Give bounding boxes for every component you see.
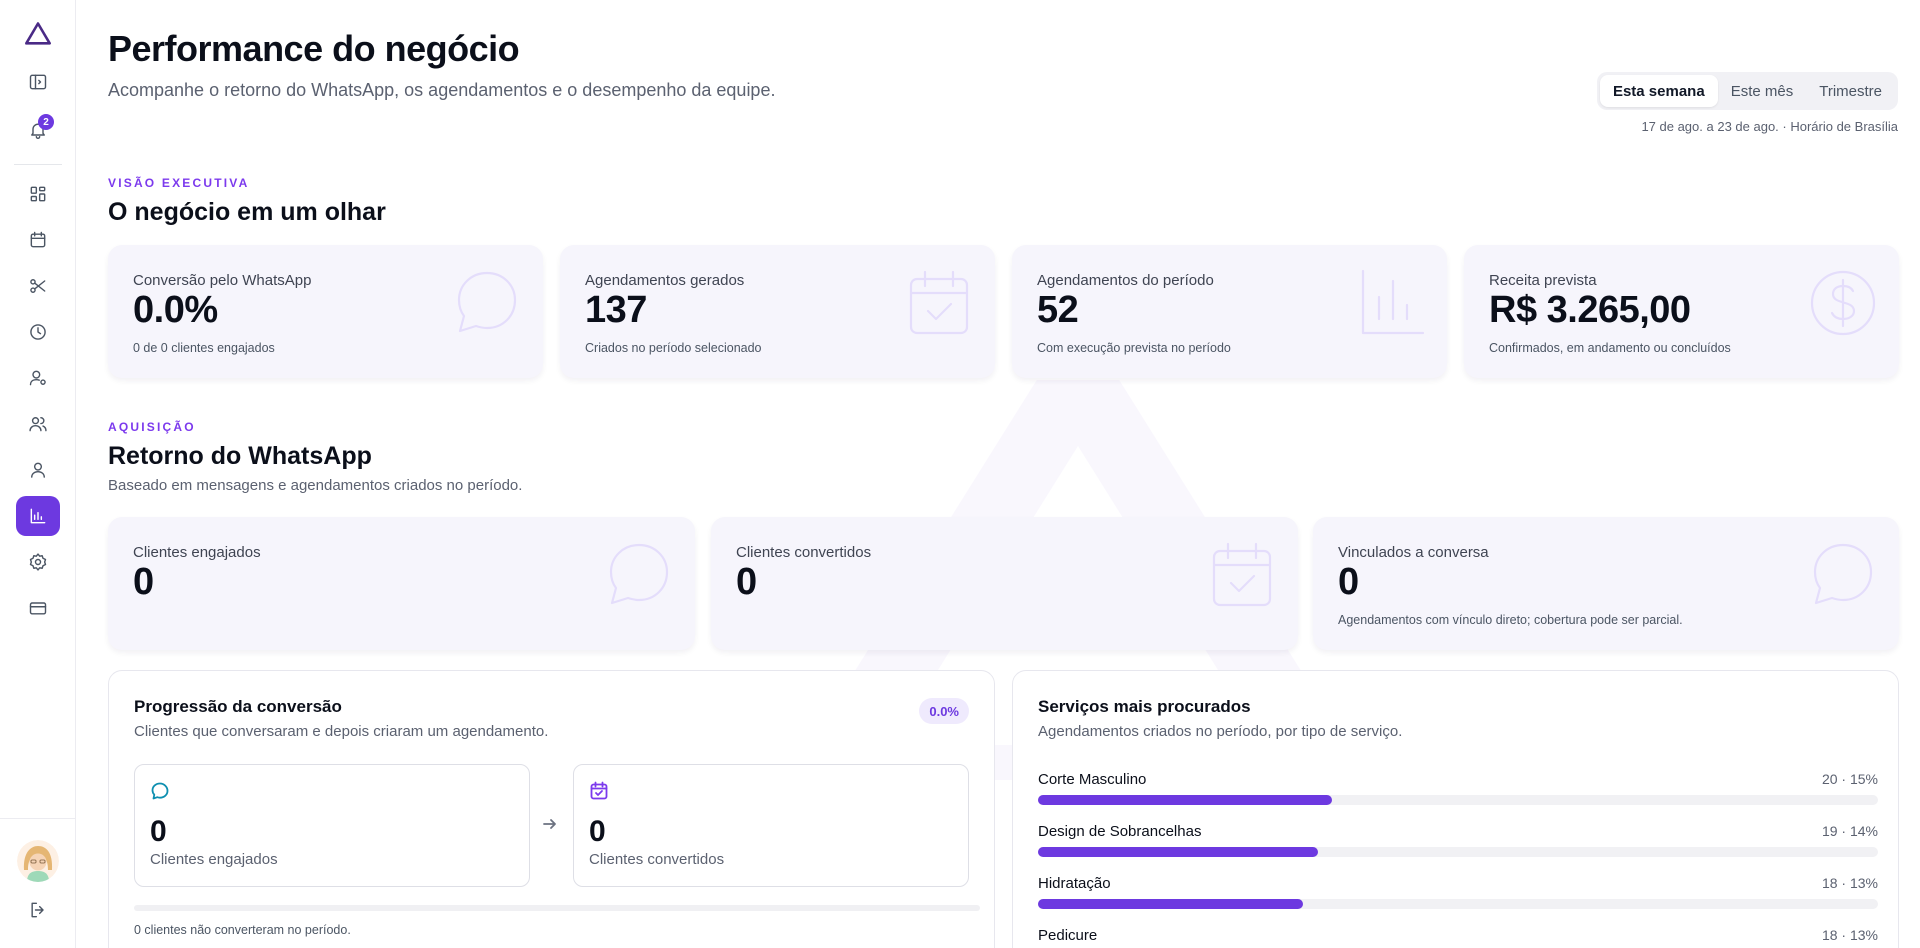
calendar-check-icon	[1206, 539, 1278, 611]
kpi-card-converted-clients: Clientes convertidos 0	[711, 517, 1298, 650]
gear-icon[interactable]	[16, 542, 60, 582]
kpi-value: R$ 3.265,00	[1489, 289, 1691, 331]
converted-clients-card: 0 Clientes convertidos	[573, 764, 969, 887]
conversion-progress-panel: Progressão da conversão Clientes que con…	[108, 670, 995, 948]
mini-value: 0	[589, 815, 606, 848]
kpi-card-bookings-generated: Agendamentos gerados 137 Criados no perí…	[560, 245, 995, 378]
page-subtitle: Acompanhe o retorno do WhatsApp, os agen…	[108, 80, 776, 100]
panel-title: Progressão da conversão	[134, 697, 342, 716]
chat-bubble-icon	[1807, 539, 1879, 611]
service-name: Design de Sobrancelhas	[1038, 823, 1202, 840]
calendar-check-icon	[589, 781, 609, 801]
service-count: 19 · 14%	[1821, 823, 1878, 839]
kpi-card-linked-conversations: Vinculados a conversa 0 Agendamentos com…	[1313, 517, 1899, 650]
kpi-value: 0.0%	[133, 289, 218, 331]
kpi-label: Agendamentos gerados	[585, 272, 745, 289]
dollar-circle-icon	[1807, 267, 1879, 339]
chat-bubble-icon	[603, 539, 675, 611]
calendar-icon[interactable]	[16, 220, 60, 260]
mini-label: Clientes engajados	[150, 851, 278, 868]
mini-value: 0	[150, 815, 167, 848]
kpi-value: 0	[736, 561, 757, 603]
service-name: Hidratação	[1038, 875, 1111, 892]
conversion-rate-badge: 0.0%	[919, 698, 969, 724]
kpi-value: 137	[585, 289, 647, 331]
kpi-card-engaged-clients: Clientes engajados 0	[108, 517, 695, 650]
acquisition-description: Baseado em mensagens e agendamentos cria…	[108, 477, 523, 494]
notification-badge: 2	[38, 114, 54, 130]
chat-bubble-icon	[150, 781, 170, 801]
credit-card-icon[interactable]	[16, 588, 60, 628]
kpi-note: Confirmados, em andamento ou concluídos	[1489, 341, 1731, 355]
acquisition-eyebrow: AQUISIÇÃO	[108, 420, 196, 434]
period-option-quarter[interactable]: Trimestre	[1806, 75, 1895, 107]
grid-icon[interactable]	[16, 174, 60, 214]
chat-bubble-icon	[451, 267, 523, 339]
service-bar	[1038, 847, 1878, 857]
acquisition-title: Retorno do WhatsApp	[108, 442, 372, 470]
page-title: Performance do negócio	[108, 28, 520, 69]
kpi-label: Clientes convertidos	[736, 544, 872, 561]
logo-icon[interactable]	[16, 14, 60, 54]
executive-eyebrow: VISÃO EXECUTIVA	[108, 176, 250, 190]
kpi-value: 0	[133, 561, 154, 603]
mini-label: Clientes convertidos	[589, 851, 725, 868]
logout-icon[interactable]	[16, 890, 60, 930]
conversion-progress-bar	[134, 905, 980, 911]
top-services-panel: Serviços mais procurados Agendamentos cr…	[1012, 670, 1899, 948]
arrow-right-icon	[542, 816, 558, 832]
sidebar-footer-divider	[0, 818, 76, 819]
clock-icon[interactable]	[16, 312, 60, 352]
service-bar-fill	[1038, 795, 1332, 805]
kpi-note: 0 de 0 clientes engajados	[133, 341, 275, 355]
users-icon[interactable]	[16, 404, 60, 444]
service-count: 18 · 13%	[1821, 927, 1878, 943]
kpi-card-projected-revenue: Receita prevista R$ 3.265,00 Confirmados…	[1464, 245, 1899, 378]
period-option-this-week[interactable]: Esta semana	[1599, 75, 1718, 107]
period-caption: 17 de ago. a 23 de ago. · Horário de Bra…	[1641, 119, 1898, 134]
bell-icon[interactable]: 2	[16, 110, 60, 150]
kpi-note: Agendamentos com vínculo direto; cobertu…	[1338, 613, 1683, 627]
period-toggle: Esta semana Este mês Trimestre	[1596, 72, 1898, 110]
service-bar-fill	[1038, 847, 1318, 857]
service-name: Pedicure	[1038, 927, 1098, 944]
kpi-card-period-bookings: Agendamentos do período 52 Com execução …	[1012, 245, 1447, 378]
service-count: 18 · 13%	[1821, 875, 1878, 891]
panel-icon[interactable]	[16, 62, 60, 102]
panel-description: Agendamentos criados no período, por tip…	[1038, 723, 1403, 740]
avatar[interactable]	[17, 840, 59, 882]
service-bar	[1038, 795, 1878, 805]
user-icon[interactable]	[16, 450, 60, 490]
user-settings-icon[interactable]	[16, 358, 60, 398]
period-option-this-month[interactable]: Este mês	[1718, 75, 1807, 107]
kpi-label: Conversão pelo WhatsApp	[133, 272, 312, 289]
kpi-label: Agendamentos do período	[1037, 272, 1214, 289]
sidebar-divider	[14, 164, 62, 165]
bar-chart-icon[interactable]	[16, 496, 60, 536]
kpi-label: Clientes engajados	[133, 544, 261, 561]
kpi-note: Com execução prevista no período	[1037, 341, 1231, 355]
kpi-label: Vinculados a conversa	[1338, 544, 1489, 561]
kpi-value: 52	[1037, 289, 1079, 331]
panel-description: Clientes que conversaram e depois criara…	[134, 723, 549, 740]
scissors-icon[interactable]	[16, 266, 60, 306]
kpi-label: Receita prevista	[1489, 272, 1597, 289]
executive-title: O negócio em um olhar	[108, 198, 386, 226]
conversion-note: 0 clientes não converteram no período.	[134, 923, 351, 937]
service-name: Corte Masculino	[1038, 771, 1147, 788]
engaged-clients-card: 0 Clientes engajados	[134, 764, 530, 887]
kpi-value: 0	[1338, 561, 1359, 603]
kpi-note: Criados no período selecionado	[585, 341, 762, 355]
sidebar: 2	[0, 0, 76, 948]
bar-chart-icon	[1355, 267, 1427, 339]
service-bar-fill	[1038, 899, 1303, 909]
service-bar	[1038, 899, 1878, 909]
calendar-check-icon	[903, 267, 975, 339]
service-count: 20 · 15%	[1821, 771, 1878, 787]
kpi-card-whatsapp-conversion: Conversão pelo WhatsApp 0.0% 0 de 0 clie…	[108, 245, 543, 378]
panel-title: Serviços mais procurados	[1038, 697, 1251, 716]
main-content: Performance do negócio Acompanhe o retor…	[108, 0, 1899, 948]
